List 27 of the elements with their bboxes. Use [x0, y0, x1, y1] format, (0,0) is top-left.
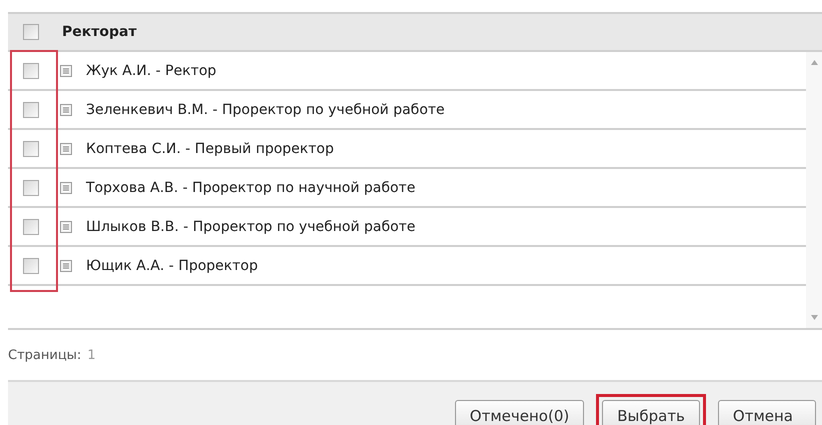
checkbox[interactable] [23, 218, 39, 234]
document-icon [60, 64, 72, 76]
scrollbar[interactable] [806, 52, 822, 328]
document-icon [60, 220, 72, 232]
dialog-button[interactable]: Отмечено(0) [454, 400, 584, 425]
pager-label: Страницы: [8, 348, 82, 362]
list-item[interactable]: Зеленкевич В.М. - Проректор по учебной работе [86, 102, 445, 118]
checkbox[interactable] [23, 258, 39, 274]
list-item[interactable]: Торхова А.В. - Проректор по научной работе [86, 180, 416, 196]
scroll-up-arrow-icon[interactable] [810, 60, 818, 65]
list-item[interactable]: Коптева С.И. - Первый проректор [86, 140, 334, 156]
checkbox[interactable] [23, 140, 39, 156]
column-header: Ректорат [62, 24, 137, 40]
checkbox[interactable] [23, 180, 39, 196]
list-item[interactable]: Жук А.И. - Ректор [86, 62, 216, 78]
document-icon [60, 142, 72, 154]
document-icon [60, 260, 72, 272]
checkbox[interactable] [23, 102, 39, 118]
document-icon [60, 104, 72, 116]
dialog-button[interactable]: Выбрать [602, 400, 700, 425]
dialog-button[interactable]: Отмена [718, 400, 816, 425]
checkbox[interactable] [23, 24, 39, 40]
document-icon [60, 182, 72, 194]
scroll-down-arrow-icon[interactable] [810, 315, 818, 320]
list-item[interactable]: Ющик А.А. - Проректор [86, 258, 258, 274]
list-item[interactable]: Шлыков В.В. - Проректор по учебной работе [86, 218, 416, 234]
checkbox[interactable] [23, 62, 39, 78]
